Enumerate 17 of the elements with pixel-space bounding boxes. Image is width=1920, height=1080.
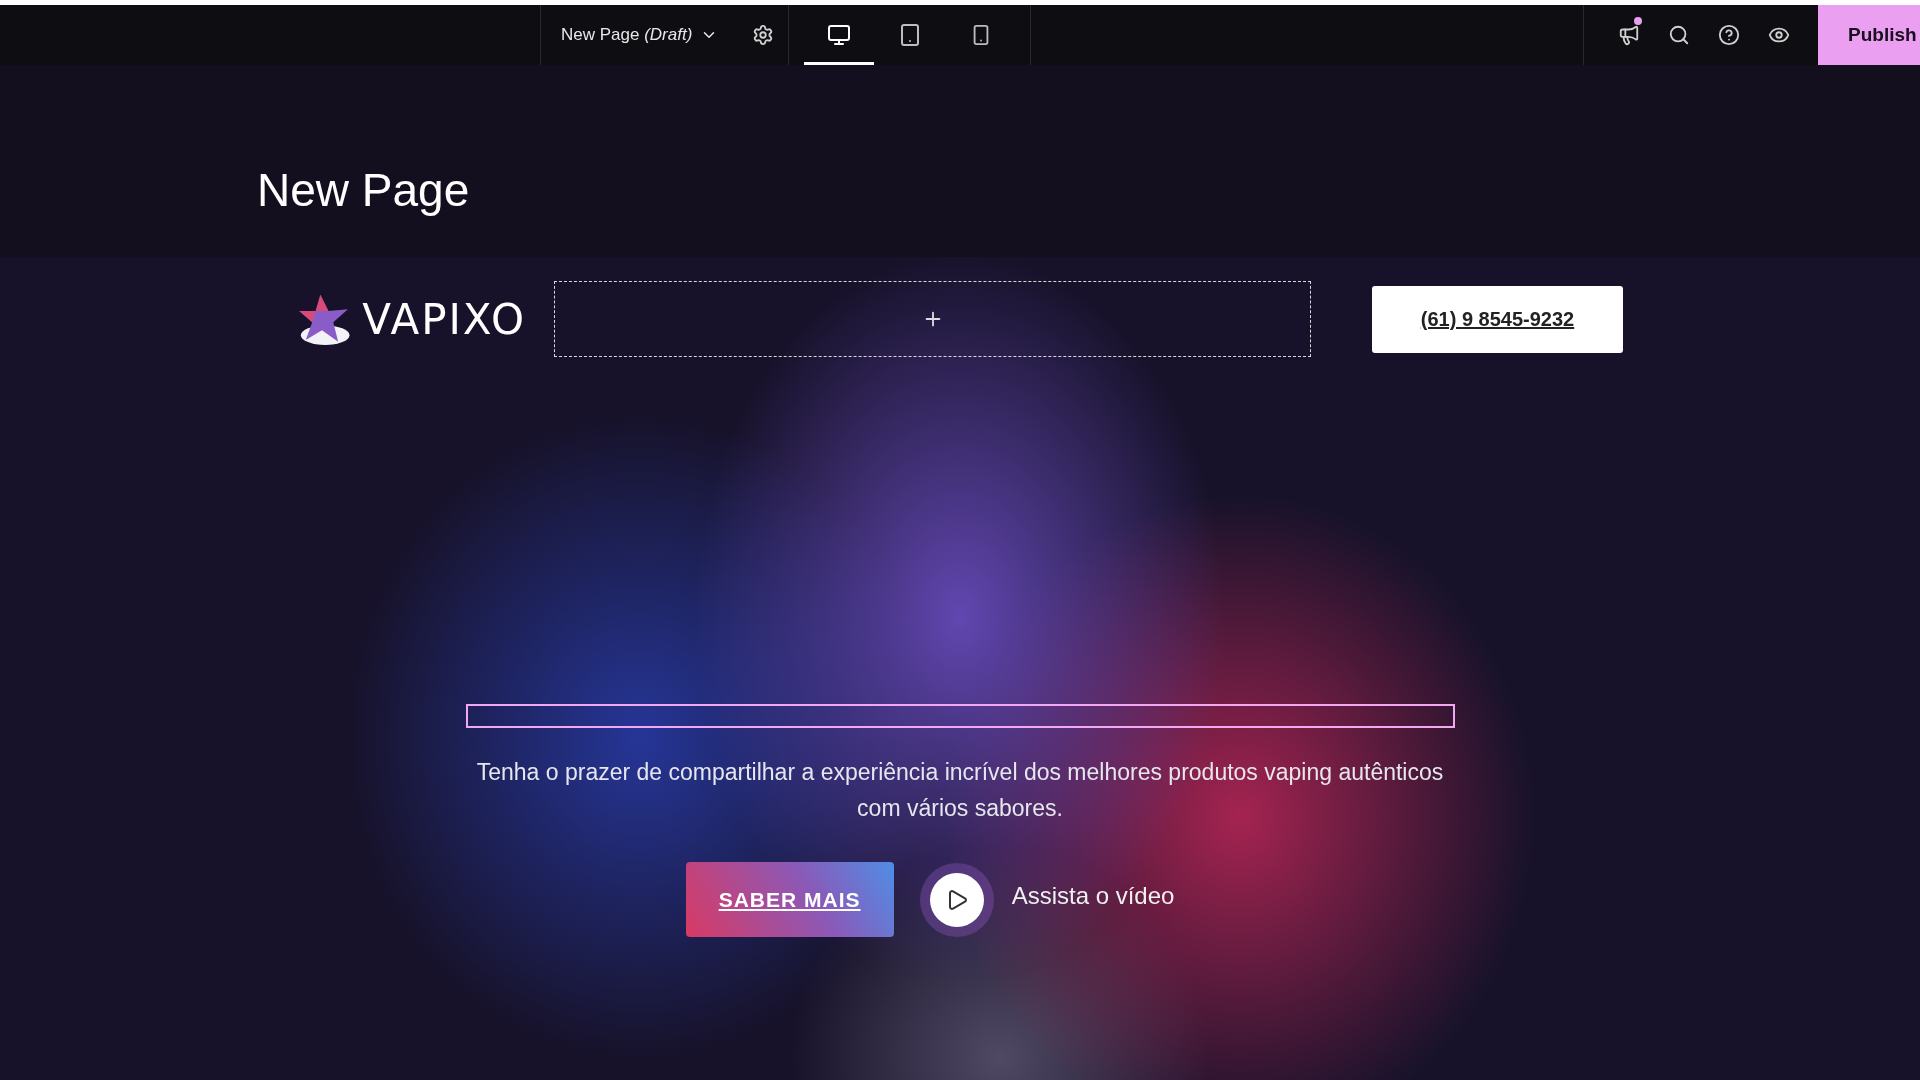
megaphone-icon	[1618, 24, 1640, 46]
hero-description: Tenha o prazer de compartilhar a experiência incrível dos melhores produtos vaping autênticos com vários sabores.	[475, 758, 1445, 823]
phone-button[interactable]: (61) 9 8545-9232	[1372, 285, 1623, 353]
settings-icon	[752, 24, 775, 46]
desktop-icon	[827, 23, 852, 47]
play-button[interactable]	[929, 872, 984, 927]
notification-dot	[1634, 17, 1642, 25]
video-link[interactable]: Assista o vídeo	[1011, 881, 1175, 910]
help-icon	[1718, 24, 1740, 46]
selected-empty-widget[interactable]	[465, 704, 1455, 728]
search-icon	[1668, 24, 1690, 46]
cta-button[interactable]: SABER MAIS	[685, 862, 894, 937]
page-title-dropdown[interactable]: New Page (Draft)	[541, 5, 739, 65]
page-title: New Page	[257, 163, 470, 217]
publish-button[interactable]: Publish	[1818, 5, 1920, 65]
logo-text: VAPIXO	[362, 294, 526, 344]
empty-drop-area[interactable]	[554, 281, 1311, 357]
